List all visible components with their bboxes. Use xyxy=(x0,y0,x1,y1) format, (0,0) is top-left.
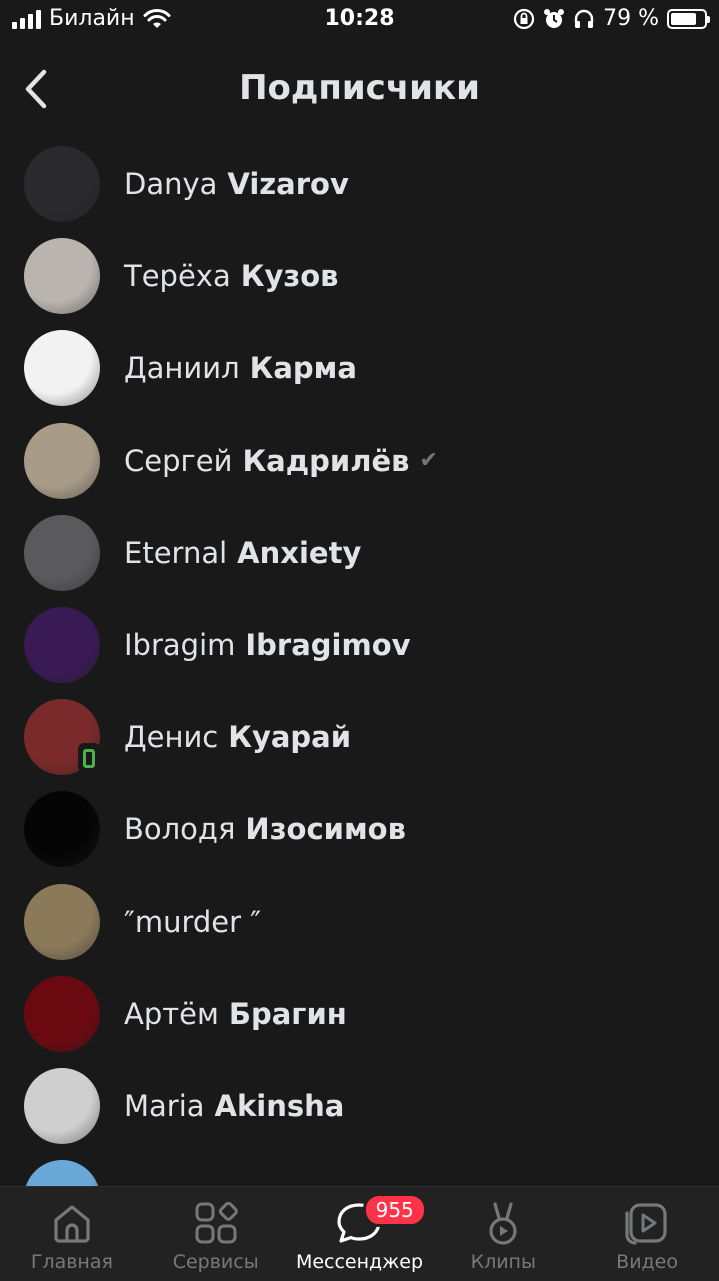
follower-row[interactable]: Терёха Кузов xyxy=(0,230,719,322)
tab-clips[interactable]: Клипы xyxy=(431,1187,575,1281)
page-title: Подписчики xyxy=(239,68,480,108)
last-name: Кадрилёв xyxy=(242,443,410,478)
last-name: Куарай xyxy=(228,720,352,755)
followers-list[interactable]: Danya Vizarov Терёха Кузов Даниил Карма Сергей… xyxy=(0,138,719,1186)
follower-name[interactable]: Ibragim Ibragimov xyxy=(124,628,411,662)
first-name: Даниил xyxy=(124,351,240,386)
alarm-icon xyxy=(544,8,565,28)
avatar[interactable] xyxy=(24,975,100,1052)
tab-home[interactable]: Главная xyxy=(0,1187,144,1281)
video-icon xyxy=(625,1203,667,1245)
follower-row[interactable]: Денис Куарай xyxy=(0,691,719,783)
first-name: Артём xyxy=(124,996,219,1031)
navigation-header: Подписчики xyxy=(0,50,719,130)
status-right: 79 % xyxy=(513,6,710,31)
follower-row[interactable]: Сергей Кадрилёв ✔ xyxy=(0,415,719,507)
follower-name[interactable]: Даниил Карма xyxy=(124,351,357,385)
last-name: Карма xyxy=(249,351,357,386)
follower-row[interactable]: ″murder ″ xyxy=(0,876,719,968)
bottom-tab-bar: Главная Сервисы Мессенджер 955 Клипы Вид… xyxy=(0,1186,719,1281)
first-name: ″murder ″ xyxy=(124,904,262,939)
tab-services[interactable]: Сервисы xyxy=(144,1187,288,1281)
home-icon xyxy=(54,1205,90,1243)
follower-name[interactable]: ″murder ″ xyxy=(124,905,271,939)
last-name: Vizarov xyxy=(227,167,349,202)
follower-name[interactable]: Володя Изосимов xyxy=(124,812,406,846)
first-name: Ibragim xyxy=(124,628,236,663)
follower-name[interactable]: Терёха Кузов xyxy=(124,259,338,293)
last-name: Anxiety xyxy=(237,535,362,570)
follower-row[interactable]: Артём Брагин xyxy=(0,968,719,1060)
orientation-lock-icon xyxy=(513,8,535,29)
follower-row[interactable]: Володя Изосимов xyxy=(0,783,719,875)
follower-name[interactable]: Артём Брагин xyxy=(124,997,347,1031)
avatar[interactable] xyxy=(24,883,100,960)
tab-services-label: Сервисы xyxy=(172,1251,259,1273)
follower-row[interactable]: Ibragim Ibragimov xyxy=(0,599,719,691)
follower-row[interactable]: Maria Akinsha xyxy=(0,1060,719,1152)
last-name: Брагин xyxy=(228,996,347,1031)
tab-messenger-label: Мессенджер xyxy=(295,1251,424,1273)
last-name: Ibragimov xyxy=(245,628,411,663)
follower-row[interactable]: Eternal Anxiety xyxy=(0,507,719,599)
first-name: Сергей xyxy=(124,443,233,478)
status-bar: Билайн 10:28 79 % xyxy=(0,0,719,40)
avatar[interactable] xyxy=(24,238,100,315)
tab-messenger[interactable]: Мессенджер 955 xyxy=(288,1187,432,1281)
follower-row[interactable]: Даниил Карма xyxy=(0,322,719,414)
follower-name[interactable]: Сергей Кадрилёв ✔ xyxy=(124,444,438,478)
avatar[interactable] xyxy=(24,146,100,223)
tab-video-label: Видео xyxy=(616,1251,678,1273)
clips-icon xyxy=(489,1202,517,1245)
avatar[interactable] xyxy=(24,1160,100,1186)
tab-home-label: Главная xyxy=(30,1251,113,1273)
first-name: Терёха xyxy=(124,259,231,294)
last-name: Кузов xyxy=(240,259,339,294)
last-name: Akinsha xyxy=(214,1088,345,1123)
follower-row[interactable]: Danya Vizarov xyxy=(0,138,719,230)
follower-name[interactable]: Danya Vizarov xyxy=(124,167,349,201)
first-name: Danya xyxy=(124,167,218,202)
first-name: Володя xyxy=(124,812,236,847)
services-icon xyxy=(195,1201,238,1244)
avatar[interactable] xyxy=(24,514,100,591)
follower-name[interactable]: Eternal Anxiety xyxy=(124,536,361,570)
tab-video[interactable]: Видео xyxy=(575,1187,719,1281)
follower-name[interactable]: Maria Akinsha xyxy=(124,1089,344,1123)
first-name: Eternal xyxy=(124,535,228,570)
follower-name[interactable]: Денис Куарай xyxy=(124,720,351,754)
avatar[interactable] xyxy=(24,791,100,868)
battery-percent: 79 % xyxy=(603,6,659,31)
unread-badge: 955 xyxy=(362,1193,427,1227)
avatar[interactable] xyxy=(24,607,100,684)
headphones-icon xyxy=(574,9,594,28)
first-name: Денис xyxy=(124,720,219,755)
verified-check-icon: ✔ xyxy=(419,448,438,474)
battery-icon xyxy=(667,8,710,29)
tab-clips-label: Клипы xyxy=(470,1251,536,1273)
last-name: Изосимов xyxy=(245,812,406,847)
avatar[interactable] xyxy=(24,422,100,499)
avatar[interactable] xyxy=(24,330,100,407)
online-mobile-icon xyxy=(78,743,100,774)
follower-row[interactable] xyxy=(0,1152,719,1186)
avatar[interactable] xyxy=(24,1067,100,1144)
first-name: Maria xyxy=(124,1088,205,1123)
